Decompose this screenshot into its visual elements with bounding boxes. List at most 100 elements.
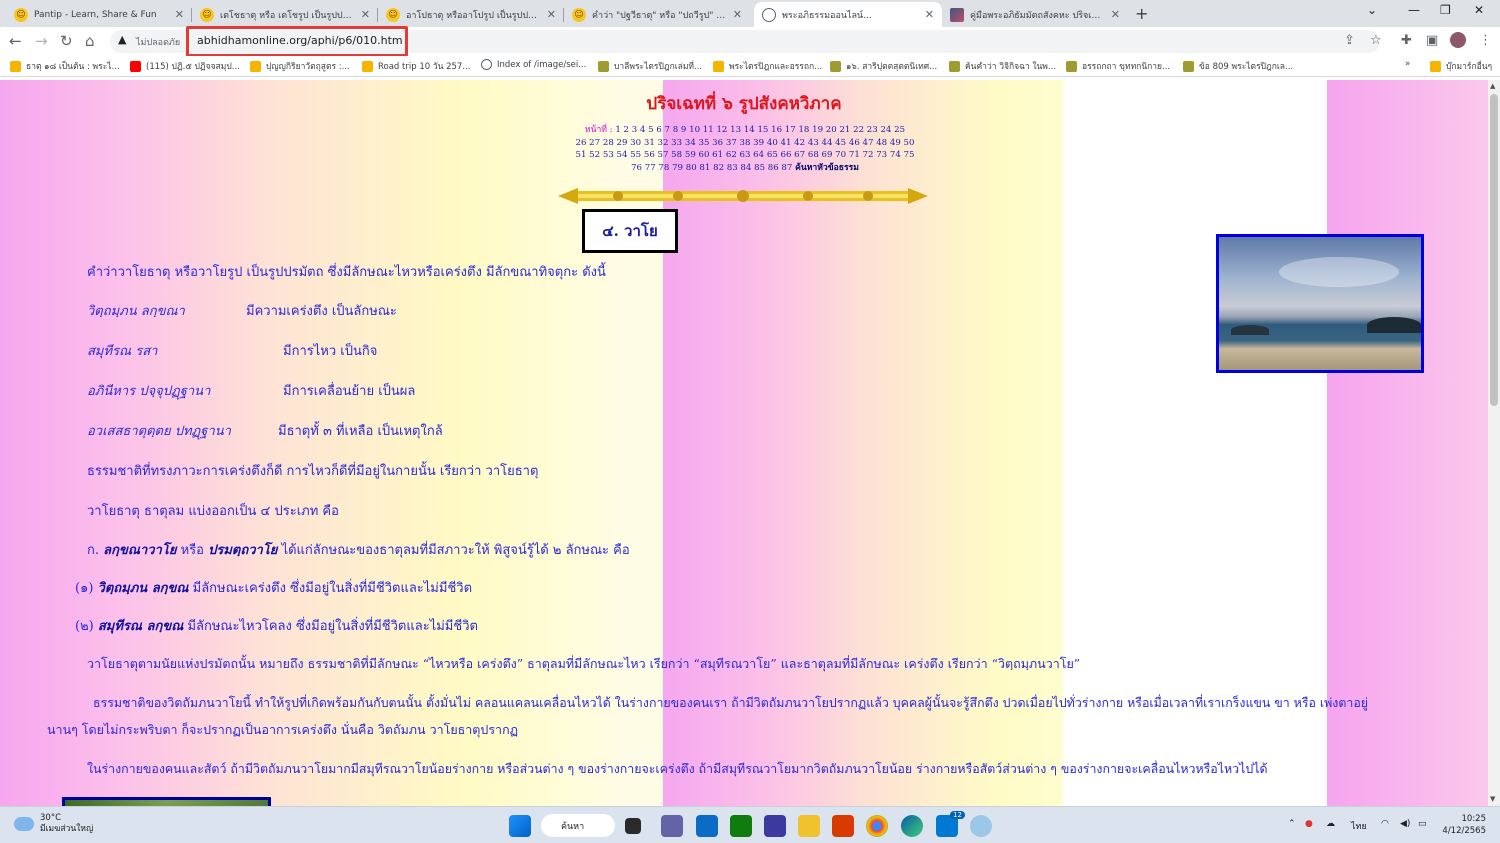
pantip-icon: ☺: [200, 7, 214, 22]
tab-pantip[interactable]: ☺ Pantip - Learn, Share & Fun ✕: [6, 2, 192, 27]
bookmark-item[interactable]: ธาตุ ๑๘ เป็นต้น : พระไ...: [10, 59, 120, 73]
close-tab-icon[interactable]: ✕: [547, 8, 556, 21]
globe-icon: [481, 59, 492, 70]
other-bookmarks[interactable]: บุ๊กมาร์กอื่นๆ: [1430, 59, 1492, 73]
definition: มีความเคร่งตึง เป็นลักษณะ: [246, 304, 397, 319]
paragraph: ธรรมชาติที่ทรงภาวะการเคร่งตึงก็ดี การไหว…: [87, 464, 539, 479]
notification-badge: 12: [950, 811, 965, 819]
reload-icon[interactable]: ↻: [60, 32, 73, 50]
windows-taskbar: 30°C มีเมฆส่วนใหญ่ ค้นหา 12 ⌃ ● ☁ ไทย ◠ …: [0, 806, 1500, 843]
pantip-icon: [250, 60, 261, 72]
start-windows-icon[interactable]: [509, 815, 531, 837]
close-tab-icon[interactable]: ✕: [1111, 8, 1120, 21]
forward-arrow-icon[interactable]: →: [35, 32, 48, 50]
share-icon[interactable]: ⇪: [1344, 33, 1355, 48]
bookmark-item[interactable]: บาลีพระไตรปิฎกเล่มที่...: [598, 59, 702, 73]
new-tab-plus-icon[interactable]: +: [1135, 4, 1148, 23]
page-links-row[interactable]: 76 77 78 79 80 81 82 83 84 85 86 87: [631, 163, 792, 173]
bookmark-item[interactable]: (115) ปฏิ.๕ ปฏิจจสมุป...: [130, 59, 240, 73]
nature-photo: [62, 797, 271, 806]
bookmark-item[interactable]: Road trip 10 วัน 257...: [362, 59, 470, 73]
bookmark-item[interactable]: Index of /image/sei...: [481, 59, 586, 70]
term: อภินีหาร ปจฺจุปฏฺฐานา: [87, 384, 211, 399]
menu-kebab-icon[interactable]: ⋮: [1479, 33, 1492, 48]
bookmark-site-icon: [1183, 60, 1194, 72]
tab-pathavi[interactable]: ☺ คำว่า "ปฐวีธาตุ" หรือ "ปถวีรูป" เป็นรู…: [564, 2, 750, 27]
bookmark-star-icon[interactable]: ☆: [1370, 33, 1382, 48]
tab-abhidham-active[interactable]: พระอภิธรรมออนไลน์... ✕: [754, 2, 942, 27]
page-links-row[interactable]: 26 27 28 29 30 31 32 33 34 35 36 37 38 3…: [560, 137, 930, 150]
bookmark-item[interactable]: ข้อ 809 พระไตรปิฎกเล...: [1183, 59, 1293, 73]
tray-chevron-icon[interactable]: ⌃: [1288, 819, 1296, 829]
tab-strip: ☺ Pantip - Learn, Share & Fun ✕ ☺ เตโชธา…: [0, 0, 1500, 27]
pantip-icon: ☺: [14, 7, 28, 22]
not-secure-label[interactable]: ไม่ปลอดภัย: [136, 35, 180, 49]
office-icon[interactable]: [832, 815, 854, 837]
page-scrollbar[interactable]: ▲ ▼: [1488, 80, 1500, 806]
tab-apo[interactable]: ☺ อาโปธาตุ หรืออาโปรูป เป็นรูปปรมัตถ์ ✕: [378, 2, 564, 27]
ornament-divider: [558, 188, 928, 204]
minimize-icon[interactable]: —: [1408, 3, 1420, 17]
bookmarks-bar: ธาตุ ๑๘ เป็นต้น : พระไ... (115) ปฏิ.๕ ปฏ…: [0, 56, 1500, 77]
scroll-up-icon[interactable]: ▲: [1490, 82, 1495, 90]
paragraph: ก. ลกฺขณาวาโย หรือ ปรมตฺถวาโย ได้แก่ลักษ…: [87, 543, 630, 558]
paragraph: นานๆ โดยไม่กระพริบตา ก็จะปรากฏเป็นอาการเ…: [47, 722, 519, 737]
scroll-down-icon[interactable]: ▼: [1490, 795, 1495, 803]
bookmarks-overflow-icon[interactable]: »: [1405, 59, 1410, 69]
app-icon[interactable]: [764, 815, 786, 837]
tab-search-chevron-icon[interactable]: ⌄: [1367, 3, 1377, 17]
language-indicator[interactable]: ไทย: [1351, 819, 1367, 833]
tab-manual[interactable]: คู่มือพระอภิธัมมัตถสังคหะ ปริจเฉทที่ ๖ ✕: [942, 2, 1128, 27]
bookmark-site-icon: [830, 60, 841, 72]
bookmark-item[interactable]: ค้นคำว่า วิจิกิจฉา ในพ...: [949, 59, 1056, 73]
bookmark-item[interactable]: ปุญญกิริยาวัตถุสูตร :...: [250, 59, 350, 73]
cloud-sun-icon: [14, 817, 34, 831]
definition: มีการเคลื่อนย้าย เป็นผล: [283, 384, 416, 399]
home-icon[interactable]: ⌂: [85, 32, 95, 50]
close-tab-icon[interactable]: ✕: [175, 8, 184, 21]
maximize-icon[interactable]: ❐: [1440, 3, 1451, 17]
profile-avatar[interactable]: [1450, 32, 1466, 48]
close-window-icon[interactable]: ✕: [1474, 3, 1484, 17]
page-links-row[interactable]: 51 52 53 54 55 56 57 58 59 60 61 62 63 6…: [560, 149, 930, 162]
page-title: ปริจเฉทที่ ๖ รูปสังคหวิภาค: [646, 94, 842, 114]
web-page: ปริจเฉทที่ ๖ รูปสังคหวิภาค หน้าที่ : 1 2…: [0, 80, 1488, 806]
tray-cloud-icon[interactable]: ☁: [1326, 819, 1335, 829]
page-links-row[interactable]: 1 2 3 4 5 6 7 8 9 10 11 12 13 14 15 16 1…: [615, 125, 905, 135]
mail-icon[interactable]: [696, 815, 718, 837]
taskbar-search[interactable]: ค้นหา: [541, 814, 615, 837]
warning-icon[interactable]: ▲: [118, 33, 126, 46]
weather-widget[interactable]: 30°C มีเมฆส่วนใหญ่: [14, 813, 93, 835]
side-panel-icon[interactable]: ▣: [1426, 33, 1438, 48]
back-arrow-icon[interactable]: ←: [9, 32, 22, 50]
youtube-icon: [130, 60, 141, 72]
teams-chat-icon[interactable]: [661, 815, 683, 837]
battery-icon[interactable]: ▭: [1418, 819, 1427, 829]
scroll-thumb[interactable]: [1490, 94, 1498, 406]
task-view-icon[interactable]: [625, 818, 641, 834]
bookmark-item[interactable]: อรรถกถา ขุททกนิกาย...: [1066, 59, 1170, 73]
close-tab-icon[interactable]: ✕: [361, 8, 370, 21]
app-icon[interactable]: [970, 815, 992, 837]
wifi-icon[interactable]: ◠: [1381, 819, 1389, 829]
volume-icon[interactable]: ◀): [1400, 819, 1410, 829]
xbox-icon[interactable]: [730, 815, 752, 837]
bookmark-item[interactable]: พระไตรปิฎกและอรรถก...: [713, 59, 822, 73]
bookmark-item[interactable]: ๑๖. สาริปุตตสุตตนิเทศ...: [830, 59, 937, 73]
file-explorer-icon[interactable]: [798, 815, 820, 837]
folder-icon: [713, 60, 724, 72]
beach-sunset-photo: [1216, 234, 1424, 373]
close-tab-icon[interactable]: ✕: [925, 8, 934, 21]
image-icon: [950, 7, 964, 22]
edge-icon[interactable]: [901, 815, 923, 837]
globe-icon: [762, 7, 776, 22]
extensions-puzzle-icon[interactable]: ✚: [1401, 33, 1412, 48]
paragraph: วาโยธาตุ ธาตุลม แบ่งออกเป็น ๔ ประเภท คือ: [87, 504, 339, 519]
paragraph: คำว่าวาโยธาตุ หรือวาโยรูป เป็นรูปปรมัตถ …: [87, 265, 606, 280]
tray-app-icon[interactable]: ●: [1305, 819, 1313, 829]
tab-techo[interactable]: ☺ เตโชธาตุ หรือ เตโชรูป เป็นรูปปรมัตถ ที…: [192, 2, 378, 27]
chrome-icon[interactable]: [866, 815, 888, 837]
close-tab-icon[interactable]: ✕: [733, 8, 742, 21]
search-topic-link[interactable]: ค้นหาหัวข้อธรรม: [795, 163, 859, 173]
clock[interactable]: 10:25 4/12/2565: [1440, 813, 1486, 837]
